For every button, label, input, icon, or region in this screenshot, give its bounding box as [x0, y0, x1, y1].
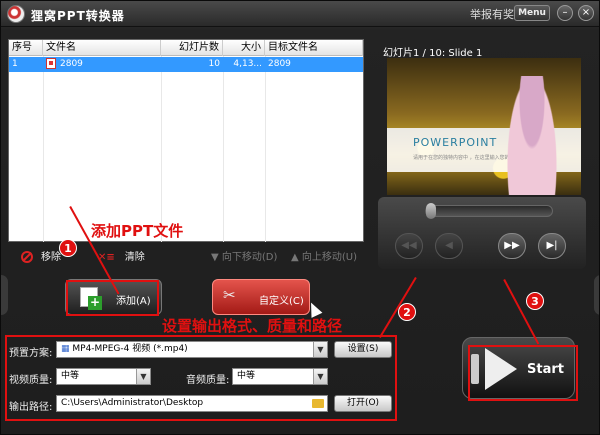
next-slide-button[interactable]: ▶| [538, 233, 566, 259]
app-title: 狸窝PPT转换器 [31, 9, 125, 23]
previous-slide-button[interactable]: ◀◀ [395, 233, 423, 259]
column-header-index[interactable]: 序号 [9, 40, 43, 56]
move-down-label: 向下移动(D) [221, 252, 278, 263]
slide-preview: POWERPOINT 请用于在您的独特内容中 ，在这里输入您的独特内容 [387, 58, 581, 195]
close-button[interactable]: × [578, 5, 594, 21]
row-filename: 2809 [60, 59, 83, 69]
column-divider [43, 56, 44, 242]
row-size: 4,13... [233, 59, 262, 69]
annotation-settings-text: 设置输出格式、质量和路径 [162, 317, 343, 335]
menu-button[interactable]: Menu [514, 5, 550, 21]
file-list-header: 序号 文件名 幻灯片数 大小 目标文件名 [9, 40, 363, 56]
table-row[interactable]: 1 2809 10 4,13... 2809 [9, 57, 363, 72]
file-list[interactable]: 序号 文件名 幻灯片数 大小 目标文件名 1 2809 10 4,13... 2… [8, 39, 364, 242]
move-down-button[interactable]: ▼ 向下移动(D) [211, 248, 277, 263]
player-controls: ◀◀ ◀ ▶▶ ▶| [378, 197, 586, 269]
remove-button[interactable]: 移除 [21, 248, 61, 263]
side-decoration [1, 275, 8, 315]
arrow-up-icon: ▲ [291, 252, 302, 263]
slide-counter: 幻灯片1 / 10: Slide 1 [383, 48, 483, 59]
annotation-step-2: 2 [398, 303, 416, 321]
clear-label: 清除 [124, 252, 145, 263]
remove-label: 移除 [41, 252, 61, 263]
column-divider [223, 56, 224, 242]
annotation-add-text: 添加PPT文件 [91, 222, 184, 240]
annotation-box-start [468, 345, 578, 401]
row-slides: 10 [208, 59, 220, 69]
preview-slide-title: POWERPOINT [413, 136, 498, 149]
minimize-button[interactable]: – [557, 5, 573, 21]
report-link[interactable]: 举报有奖 [470, 6, 514, 22]
app-logo-icon [7, 5, 25, 23]
annotation-step-1: 1 [59, 239, 77, 257]
column-divider [265, 56, 266, 242]
slider-knob[interactable] [426, 203, 436, 219]
progress-slider[interactable] [425, 203, 553, 219]
row-filename-cell: 2809 [43, 57, 161, 72]
column-header-size[interactable]: 大小 [223, 40, 265, 56]
custom-label: 自定义(C) [259, 296, 304, 307]
app-window: 狸窝PPT转换器 举报有奖 Menu – × 序号 文件名 幻灯片数 大小 目标… [0, 0, 600, 435]
annotation-box-settings [5, 335, 397, 421]
tools-icon: ✂ [223, 286, 236, 304]
forward-button[interactable]: ▶▶ [498, 233, 526, 259]
row-index: 1 [12, 59, 18, 69]
annotation-step-3: 3 [526, 292, 544, 310]
column-header-slides[interactable]: 幻灯片数 [161, 40, 223, 56]
column-header-target[interactable]: 目标文件名 [265, 40, 363, 56]
arrow-down-icon: ▼ [211, 252, 222, 263]
remove-icon [21, 251, 33, 263]
ppt-file-icon [46, 58, 56, 69]
preview-figure [507, 76, 557, 195]
clear-button[interactable]: ✕≡ 清除 [98, 248, 145, 263]
row-target: 2809 [268, 59, 291, 69]
rewind-button[interactable]: ◀ [435, 233, 463, 259]
column-header-filename[interactable]: 文件名 [43, 40, 161, 56]
move-up-label: 向上移动(U) [301, 252, 357, 263]
annotation-arrow-3 [503, 279, 540, 345]
title-bar: 狸窝PPT转换器 举报有奖 Menu – × [1, 1, 599, 27]
side-decoration [594, 275, 599, 315]
custom-button[interactable]: ✂ 自定义(C) [212, 279, 310, 315]
move-up-button[interactable]: ▲ 向上移动(U) [291, 248, 357, 263]
column-divider [161, 56, 162, 242]
